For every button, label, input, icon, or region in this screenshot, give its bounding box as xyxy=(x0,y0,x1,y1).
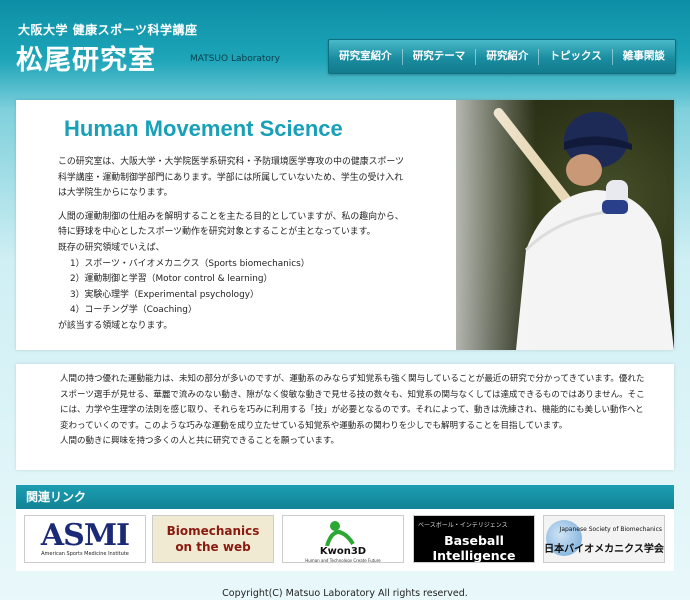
biomechanics-banner-line: on the web xyxy=(175,540,251,554)
intro-text: 人間の持つ優れた運動能力は、未知の部分が多いのですが、運動系のみならず知覚系も強… xyxy=(60,372,652,450)
nav-item-research-theme[interactable]: 研究テーマ xyxy=(403,40,476,73)
kwon3d-banner-link[interactable]: Kwon3D Human and Technology Create Futur… xyxy=(282,515,404,563)
university-name: 大阪大学 健康スポーツ科学講座 xyxy=(18,23,198,37)
intro-panel: 人間の持つ優れた運動能力は、未知の部分が多いのですが、運動系のみならず知覚系も強… xyxy=(16,364,674,470)
nav-item-misc[interactable]: 雑事閑談 xyxy=(613,40,675,73)
hero-panel: Human Movement Science この研究室は、大阪大学・大学院医学… xyxy=(16,100,674,350)
intro-closing: 人間の動きに興味を持つ多くの人と共に研究できることを願っています。 xyxy=(60,436,340,447)
related-links-heading: 関連リンク xyxy=(16,485,674,509)
asmi-banner-link[interactable]: ASMI American Sports Medicine Institute xyxy=(24,515,146,563)
asmi-full-name: American Sports Medicine Institute xyxy=(41,551,129,557)
nav-item-lab-intro[interactable]: 研究室紹介 xyxy=(329,40,402,73)
hero-paragraph-2: 人間の運動制御の仕組みを解明することを主たる目的としていますが、私の趣向から、特… xyxy=(58,210,410,335)
hero-paragraph-2-line: 既存の研究領域でいえば、 xyxy=(58,242,165,253)
asmi-logo-text: ASMI xyxy=(40,518,130,553)
hero-text: この研究室は、大阪大学・大学院医学系研究科・予防環境医学専攻の中の健康スポーツ科… xyxy=(58,155,410,335)
kwon3d-tagline: Human and Technology Create Future xyxy=(305,558,381,563)
kwon3d-name: Kwon3D xyxy=(319,546,367,557)
research-field-item: 1）スポーツ・バイオメカニクス（Sports biomechanics） xyxy=(70,258,310,269)
hero-heading: Human Movement Science xyxy=(64,116,343,141)
kwon3d-figure-icon xyxy=(325,521,355,546)
baseball-intelligence-banner-link[interactable]: ベースボール・インテリジェンス Baseball Intelligence xyxy=(413,515,535,563)
baseball-intelligence-title: Baseball Intelligence xyxy=(432,533,516,563)
research-field-item: 4）コーチング学（Coaching） xyxy=(70,305,197,316)
lab-title[interactable]: 松尾研究室 xyxy=(16,38,156,77)
hero-closing: が該当する領域となります。 xyxy=(58,320,173,331)
hero-paragraph-2-line: 人間の運動制御の仕組みを解明することを主たる目的としていますが、私の趣向から、特… xyxy=(58,211,404,238)
jsb-banner-link[interactable]: Japanese Society of Biomechanics 日本バイオメカ… xyxy=(543,515,665,563)
lab-subtitle: MATSUO Laboratory xyxy=(190,54,280,64)
main-nav: 研究室紹介 研究テーマ 研究紹介 トピックス 雑事閑談 xyxy=(328,39,676,74)
hero-paragraph-1: この研究室は、大阪大学・大学院医学系研究科・予防環境医学専攻の中の健康スポーツ科… xyxy=(58,157,404,199)
baseball-intelligence-kana: ベースボール・インテリジェンス xyxy=(418,522,508,529)
jsb-english-name: Japanese Society of Biomechanics xyxy=(559,526,662,533)
copyright: Copyright(C) Matsuo Laboratory All right… xyxy=(222,588,468,599)
research-field-item: 3）実験心理学（Experimental psychology） xyxy=(70,289,259,300)
jsb-japanese-name: 日本バイオメカニクス学会 xyxy=(544,544,664,555)
biomechanics-banner-text: Biomechanics on the web xyxy=(153,523,273,555)
nav-item-research[interactable]: 研究紹介 xyxy=(476,40,538,73)
nav-item-topics[interactable]: トピックス xyxy=(539,40,611,73)
biomechanics-banner-line: Biomechanics xyxy=(166,524,260,538)
intro-paragraph: 人間の持つ優れた運動能力は、未知の部分が多いのですが、運動系のみならず知覚系も強… xyxy=(60,374,645,431)
biomechanics-on-the-web-banner-link[interactable]: Biomechanics on the web xyxy=(152,515,274,563)
site-header: 大阪大学 健康スポーツ科学講座 松尾研究室 MATSUO Laboratory … xyxy=(0,0,690,100)
related-links: ASMI American Sports Medicine Institute … xyxy=(16,509,674,571)
photo-fade xyxy=(416,100,536,350)
research-field-item: 2）運動制御と学習（Motor control & learning） xyxy=(70,274,273,285)
